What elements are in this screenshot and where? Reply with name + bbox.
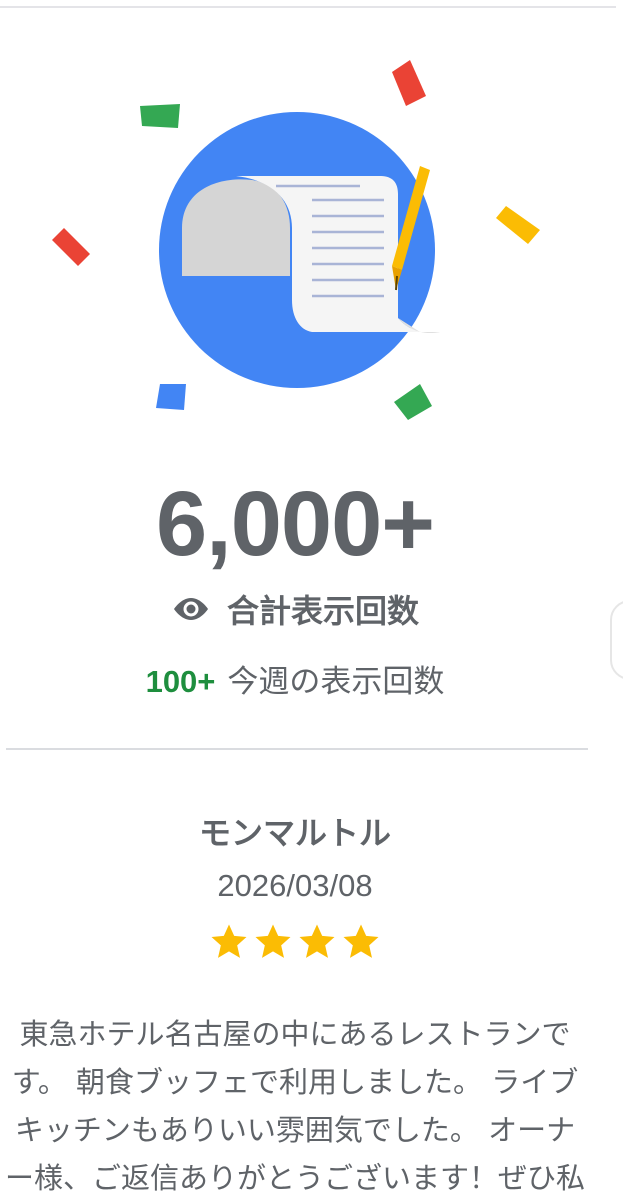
confetti-red-icon <box>52 228 90 266</box>
confetti-blue-icon <box>156 384 186 410</box>
eye-icon <box>173 598 208 620</box>
next-card-edge[interactable] <box>610 600 623 680</box>
star-rating <box>0 922 590 962</box>
confetti-yellow-icon <box>496 206 540 244</box>
confetti-green-icon <box>394 384 432 420</box>
review-date: 2026/03/08 <box>217 868 373 903</box>
total-views-count: 6,000+ <box>156 473 435 575</box>
star-icon <box>299 924 335 958</box>
star-icon <box>343 924 379 958</box>
achievement-illustration <box>52 60 540 420</box>
weekly-views-count: 100+ <box>145 664 216 699</box>
review-text-line: キッチンもありいい雰囲気でした。 オーナ <box>14 1113 576 1147</box>
weekly-views-row: 100+ 今週の表示回数 <box>0 656 590 701</box>
star-icon <box>211 924 247 958</box>
confetti-green-icon <box>140 104 180 128</box>
review-text: 東急ホテル名古屋の中にあるレストランで す。 朝食ブッフェで利用しました。 ライ… <box>0 1010 623 1202</box>
review-text-line: ー様、ご返信ありがとうございます！ぜひ私 <box>4 1161 585 1195</box>
weekly-views-label: 今週の表示回数 <box>227 664 445 700</box>
review-text-line: 東急ホテル名古屋の中にあるレストランで <box>19 1017 571 1051</box>
section-divider <box>6 748 588 750</box>
review-text-line: す。 朝食ブッフェで利用しました。 ライブ <box>11 1065 579 1099</box>
confetti-red-icon <box>392 60 426 106</box>
total-views-label-row: 合計表示回数 <box>0 586 590 632</box>
star-icon <box>255 924 291 958</box>
document-curl <box>182 179 290 276</box>
reviewer-name: モンマルトル <box>198 814 391 852</box>
total-views-label: 合計表示回数 <box>226 592 419 630</box>
